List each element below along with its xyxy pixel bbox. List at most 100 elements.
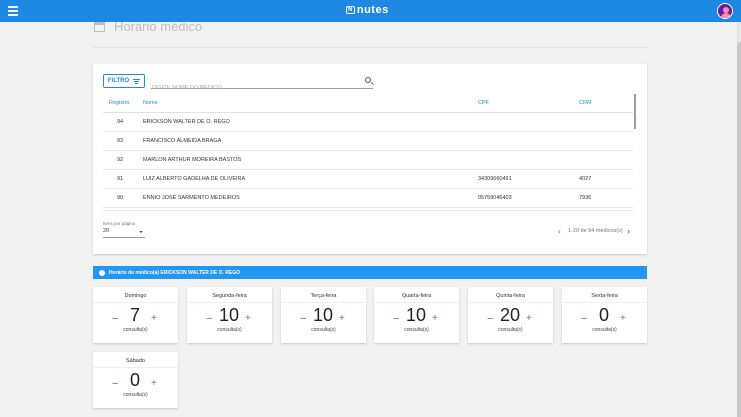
- header-crm[interactable]: CRM: [579, 100, 592, 106]
- search-field: [151, 76, 373, 91]
- cell-nome: ENNIO JOSÉ SARMENTO MEDEIROS: [143, 195, 240, 201]
- appointment-unit: consulta(s): [217, 327, 242, 333]
- decrement-button[interactable]: −: [206, 314, 212, 325]
- increment-button[interactable]: +: [620, 314, 626, 324]
- appointment-count: 7: [129, 305, 140, 325]
- increment-button[interactable]: +: [526, 314, 532, 324]
- cell-crm: 4027: [579, 176, 592, 182]
- cell-nome: MARLON ARTHUR MOREIRA BASTOS: [143, 157, 242, 163]
- appointment-count: 10: [405, 305, 427, 325]
- decrement-button[interactable]: −: [300, 314, 306, 325]
- user-avatar[interactable]: [717, 3, 733, 19]
- appointment-count: 10: [218, 305, 240, 325]
- appointment-count: 0: [129, 370, 140, 390]
- day-name: Sábado: [126, 358, 145, 364]
- app-logo[interactable]: Nnutes: [346, 4, 389, 16]
- appointment-unit: consulta(s): [311, 327, 336, 333]
- filter-button-label: FILTRO: [107, 78, 130, 84]
- appointment-unit: consulta(s): [592, 327, 617, 333]
- cell-nome: LUIZ ALBERTO GADELHA DE OLIVEIRA: [143, 176, 246, 182]
- day-divider: [93, 367, 178, 368]
- day-name: Quinta-feira: [496, 293, 525, 299]
- decrement-button[interactable]: −: [112, 379, 118, 390]
- banner-text: Horário de médico(a) ERICKSON WALTER DE …: [109, 269, 241, 276]
- table-row[interactable]: 93 FRANCISCO ALMEIDA BRAGA: [103, 132, 633, 151]
- page-scrollbar-thumb[interactable]: [737, 42, 741, 417]
- cell-registro: 94: [117, 119, 124, 125]
- appointment-unit: consulta(s): [404, 327, 429, 333]
- decrement-button[interactable]: −: [487, 314, 493, 325]
- selected-doctor-banner: Horário de médico(a) ERICKSON WALTER DE …: [93, 266, 647, 279]
- appointment-count: 10: [312, 305, 334, 325]
- cell-nome: FRANCISCO ALMEIDA BRAGA: [143, 138, 222, 144]
- increment-button[interactable]: +: [432, 314, 438, 324]
- day-card-sabado: Sábado − 0 + consulta(s): [93, 352, 178, 408]
- day-card-quinta: Quinta-feira − 20 + consulta(s): [468, 287, 553, 343]
- items-per-page-label: Itens por página: [103, 221, 136, 226]
- appointment-unit: consulta(s): [498, 327, 523, 333]
- calendar-icon: [94, 21, 105, 32]
- page-title: Horário médico: [94, 19, 202, 34]
- filter-icon: [133, 78, 141, 85]
- menu-icon[interactable]: [8, 6, 18, 16]
- day-name: Sexta-feira: [591, 293, 618, 299]
- chevron-right-icon[interactable]: ›: [627, 226, 630, 236]
- day-card-terca: Terça-feira − 10 + consulta(s): [281, 287, 366, 343]
- day-name: Terça-feira: [310, 293, 337, 299]
- decrement-button[interactable]: −: [112, 314, 118, 325]
- table-row[interactable]: 94 ERICKSON WALTER DE O. REGO: [103, 113, 633, 132]
- header-nome[interactable]: Nome: [143, 100, 158, 106]
- day-divider: [562, 302, 647, 303]
- title-divider: [93, 47, 647, 48]
- doctors-card: FILTRO Registro Nome CPF CRM 94 ERICKSON…: [93, 64, 647, 254]
- increment-button[interactable]: +: [151, 379, 157, 389]
- table-scrollbar[interactable]: [634, 94, 636, 129]
- info-icon: [99, 269, 105, 276]
- cell-registro: 91: [117, 176, 124, 182]
- pagination-range: 1-20 de 94 médicos(s): [568, 228, 623, 234]
- logo-badge: N: [346, 6, 355, 14]
- header-registro[interactable]: Registro: [109, 100, 129, 106]
- decrement-button[interactable]: −: [393, 314, 399, 325]
- table-row[interactable]: 91 LUIZ ALBERTO GADELHA DE OLIVEIRA 3430…: [103, 170, 633, 189]
- increment-button[interactable]: +: [151, 314, 157, 324]
- day-name: Segunda-feira: [212, 293, 247, 299]
- appointment-unit: consulta(s): [123, 392, 148, 398]
- day-divider: [374, 302, 459, 303]
- day-card-domingo: Domingo − 7 + consulta(s): [93, 287, 178, 343]
- decrement-button[interactable]: −: [581, 314, 587, 325]
- cell-crm: 7936: [579, 195, 592, 201]
- table-row[interactable]: 90 ENNIO JOSÉ SARMENTO MEDEIROS 05759046…: [103, 189, 633, 208]
- increment-button[interactable]: +: [245, 314, 251, 324]
- cell-registro: 90: [117, 195, 124, 201]
- chevron-left-icon[interactable]: ‹: [558, 226, 561, 236]
- page-scrollbar[interactable]: [737, 22, 741, 417]
- day-divider: [468, 302, 553, 303]
- day-card-quarta: Quarta-feira − 10 + consulta(s): [374, 287, 459, 343]
- table-header: Registro Nome CPF CRM: [103, 94, 633, 113]
- doctor-search-input[interactable]: [151, 85, 351, 91]
- search-icon[interactable]: [365, 77, 371, 83]
- page-title-text: Horário médico: [114, 19, 203, 34]
- table-row[interactable]: 92 MARLON ARTHUR MOREIRA BASTOS: [103, 151, 633, 170]
- day-name: Quarta-feira: [401, 293, 432, 299]
- cell-registro: 93: [117, 138, 124, 144]
- day-card-segunda: Segunda-feira − 10 + consulta(s): [187, 287, 272, 343]
- day-card-sexta: Sexta-feira − 0 + consulta(s): [562, 287, 647, 343]
- cell-cpf: 05759046403: [478, 195, 512, 201]
- logo-text: nutes: [356, 4, 389, 16]
- cell-nome: ERICKSON WALTER DE O. REGO: [143, 119, 230, 125]
- appointment-unit: consulta(s): [123, 327, 148, 333]
- appointment-count: 20: [499, 305, 521, 325]
- header-cpf[interactable]: CPF: [478, 100, 489, 106]
- table-bottom-divider: [103, 210, 633, 211]
- appointment-count: 0: [598, 305, 609, 325]
- increment-button[interactable]: +: [339, 314, 345, 324]
- day-divider: [281, 302, 366, 303]
- cell-registro: 92: [117, 157, 124, 163]
- items-per-page-select[interactable]: 20: [103, 228, 145, 238]
- filter-button[interactable]: FILTRO: [103, 74, 145, 88]
- cell-cpf: 34309660491: [478, 176, 512, 182]
- day-divider: [187, 302, 272, 303]
- doctors-table: Registro Nome CPF CRM 94 ERICKSON WALTER…: [103, 94, 633, 208]
